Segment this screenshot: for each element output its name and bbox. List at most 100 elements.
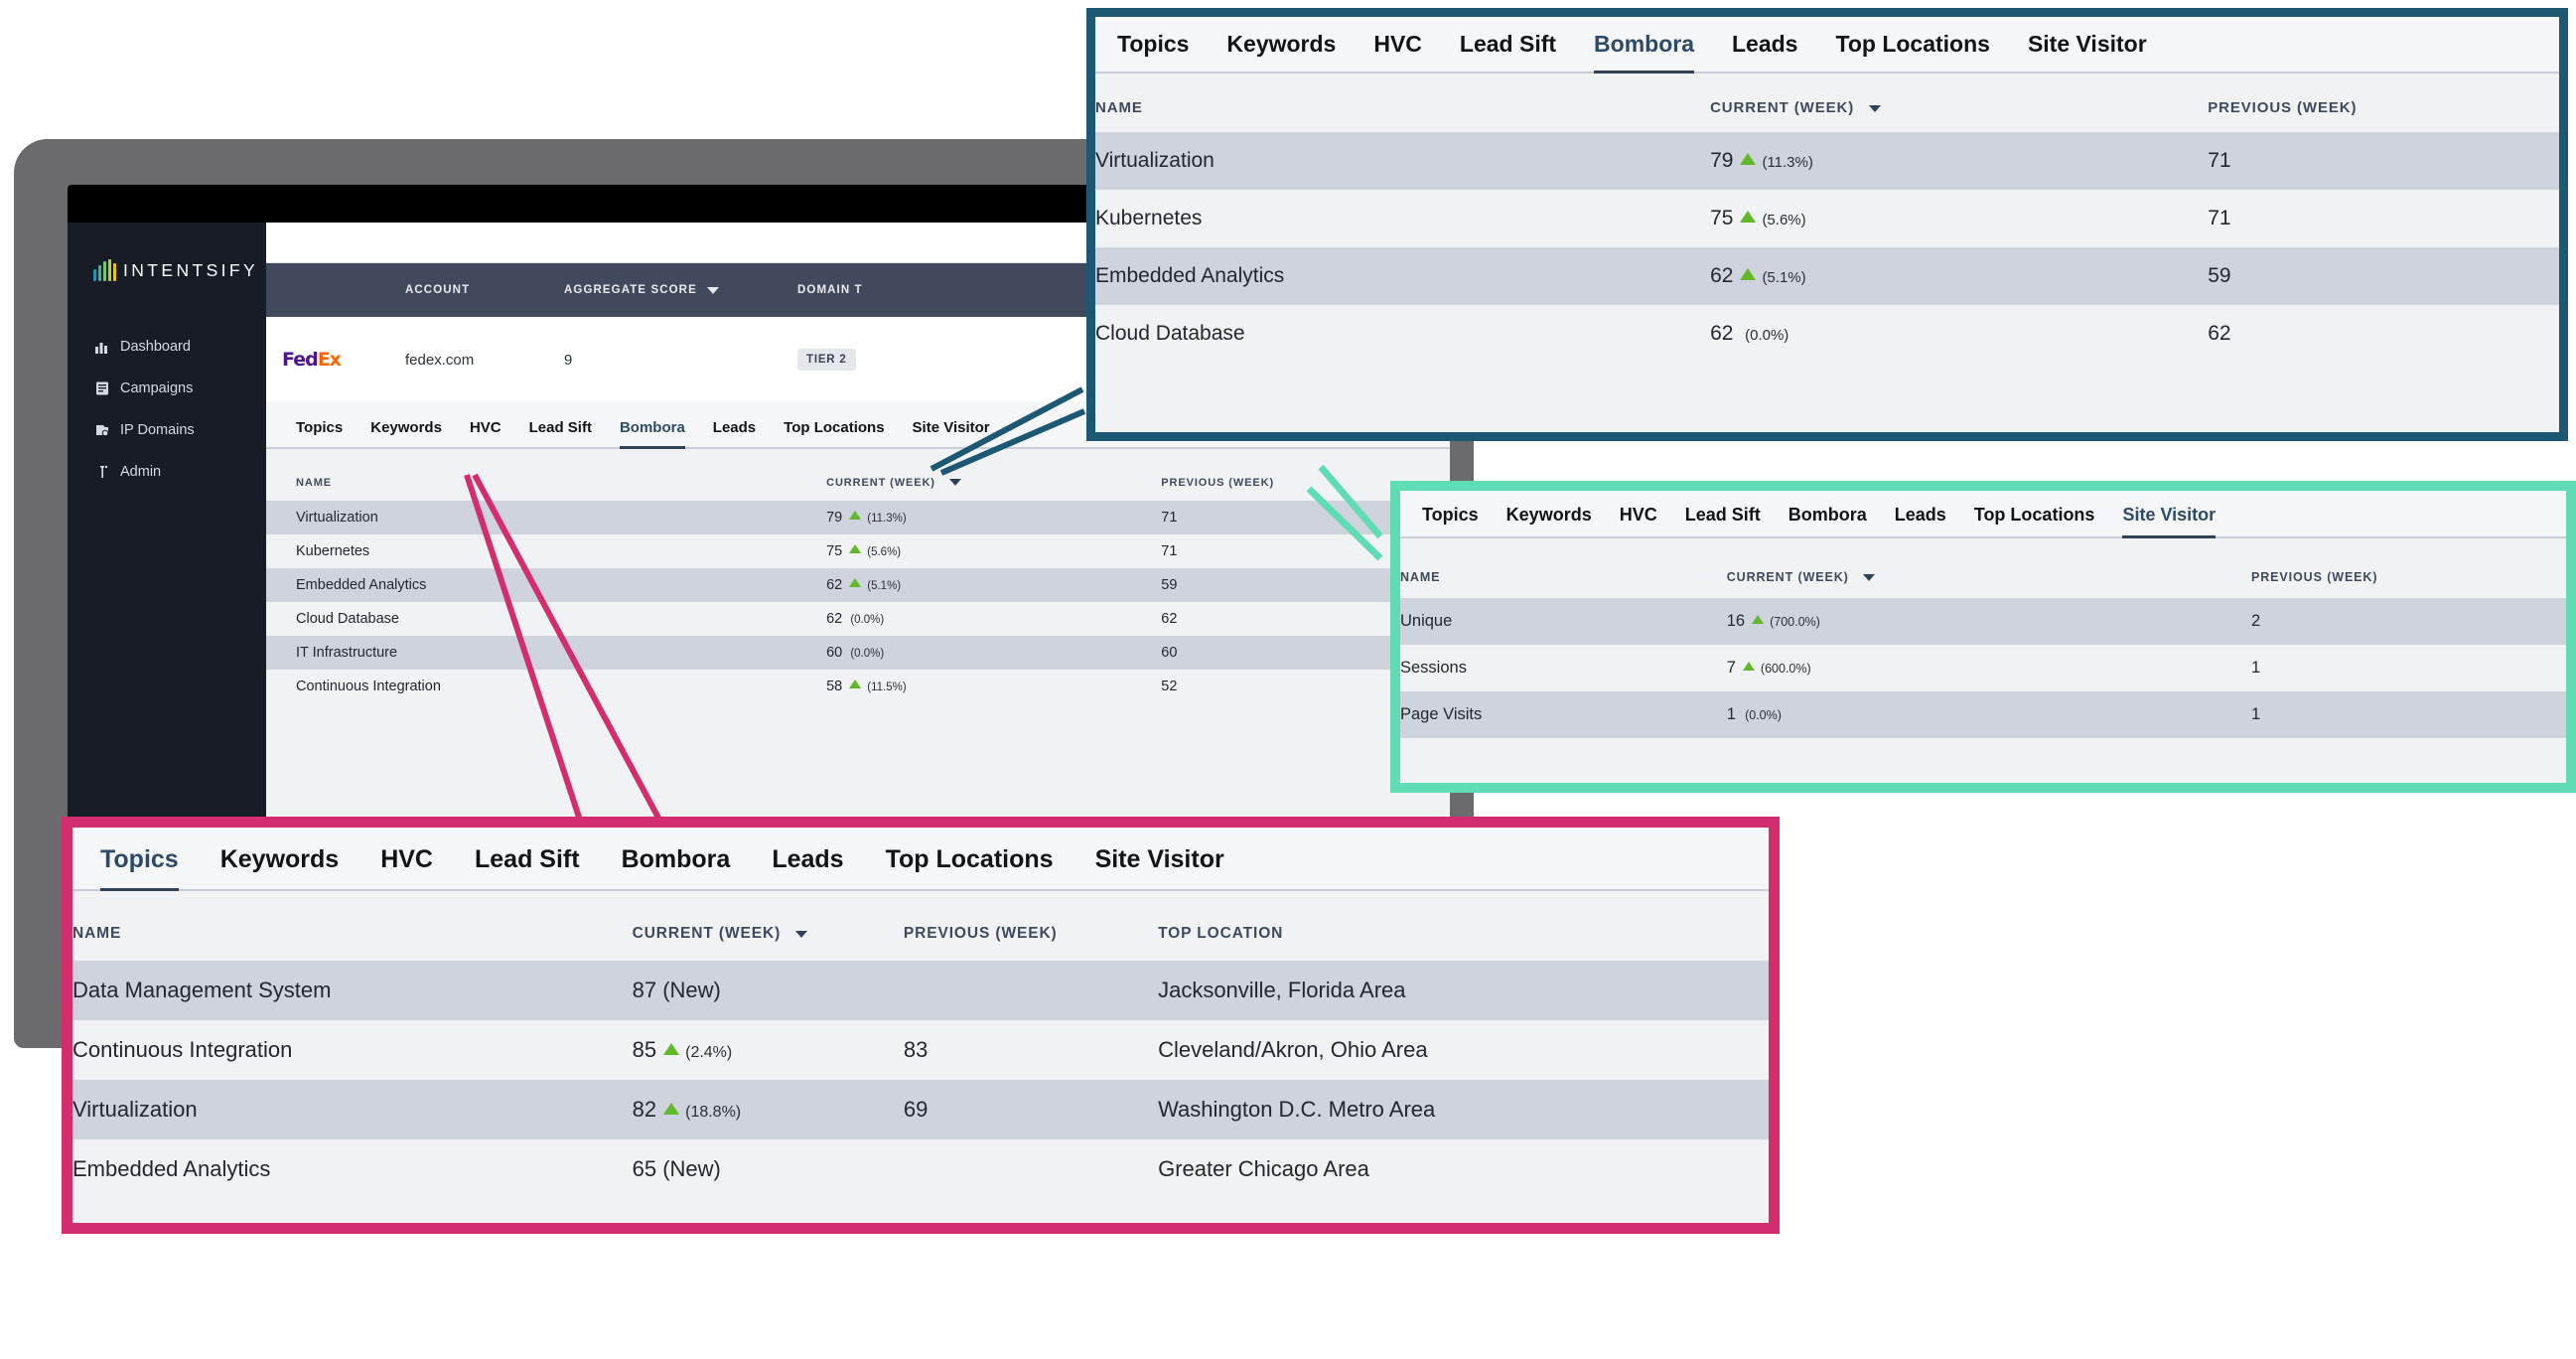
tab-topics[interactable]: Topics	[1117, 31, 1189, 74]
trend-up-icon	[849, 544, 861, 553]
tab-site-visitor[interactable]: Site Visitor	[2122, 505, 2216, 538]
table-row[interactable]: Embedded Analytics62(5.1%)59	[266, 568, 1450, 602]
table-row[interactable]: Virtualization82(18.8%)69Washington D.C.…	[72, 1080, 1769, 1139]
fedex-logo-part-a: Fed	[282, 349, 318, 371]
callout-panel-site-visitor: Topics Keywords HVC Lead Sift Bombora Leads To…	[1390, 481, 2576, 793]
sidebar-item-campaigns[interactable]: Campaigns	[68, 368, 266, 409]
table-row[interactable]: Sessions7(600.0%)1	[1400, 645, 2566, 691]
cell-current: 62 (0.0%)	[826, 602, 1161, 636]
table-row[interactable]: Cloud Database62 (0.0%)62	[1095, 305, 2559, 363]
descending-caret-icon[interactable]	[1869, 105, 1881, 112]
sidebar-item-label: IP Domains	[120, 422, 195, 438]
tab-hvc[interactable]: HVC	[1620, 505, 1657, 538]
tab-site-visitor[interactable]: Site Visitor	[913, 419, 990, 449]
descending-caret-icon[interactable]	[795, 931, 807, 938]
sidebar-item-admin[interactable]: Admin	[68, 451, 266, 493]
cell-previous: 1	[2251, 645, 2566, 691]
status-badge: TIER 2	[797, 349, 856, 371]
tab-top-locations[interactable]: Top Locations	[1974, 505, 2095, 538]
trend-up-icon	[1740, 268, 1756, 280]
tab-leads[interactable]: Leads	[713, 419, 756, 449]
col-header-name[interactable]: NAME	[1400, 560, 1727, 598]
aggregate-score-col-header[interactable]: AGGREGATE SCORE	[564, 284, 797, 296]
tab-keywords[interactable]: Keywords	[1226, 31, 1336, 74]
tab-leads[interactable]: Leads	[772, 845, 843, 891]
tab-top-locations[interactable]: Top Locations	[886, 845, 1054, 891]
tab-keywords[interactable]: Keywords	[370, 419, 442, 449]
account-col-header[interactable]: ACCOUNT	[405, 284, 564, 296]
tab-top-locations[interactable]: Top Locations	[784, 419, 884, 449]
tab-site-visitor[interactable]: Site Visitor	[2028, 31, 2147, 74]
table-body: Virtualization79(11.3%)71Kubernetes75(5.…	[1095, 132, 2559, 363]
site-visitor-data-table: NAME CURRENT (WEEK) PREVIOUS (WEEK) Uniq…	[1400, 560, 2566, 738]
table-row[interactable]: Continuous Integration58(11.5%)52	[266, 670, 1450, 703]
descending-caret-icon[interactable]	[949, 479, 961, 486]
callout-panel-top-locations: Topics Keywords HVC Lead Sift Bombora Leads To…	[62, 817, 1780, 1234]
cell-previous: 1	[2251, 691, 2566, 738]
table-row[interactable]: Virtualization79(11.3%)71	[266, 501, 1450, 534]
tab-leads[interactable]: Leads	[1732, 31, 1797, 74]
cell-name: Kubernetes	[1095, 190, 1710, 247]
cell-current: 79(11.3%)	[826, 501, 1161, 534]
tab-bombora[interactable]: Bombora	[622, 845, 731, 891]
table-row[interactable]: Unique16(700.0%)2	[1400, 598, 2566, 645]
table-row[interactable]: Embedded Analytics65 (New)Greater Chicag…	[72, 1139, 1769, 1199]
tab-bombora[interactable]: Bombora	[1789, 505, 1867, 538]
cell-current: 62(5.1%)	[826, 568, 1161, 602]
trend-percent: (2.4%)	[685, 1044, 732, 1061]
tab-hvc[interactable]: HVC	[1373, 31, 1422, 74]
tab-hvc[interactable]: HVC	[380, 845, 433, 891]
cell-current: 87 (New)	[633, 961, 904, 1020]
table-row[interactable]: Embedded Analytics62(5.1%)59	[1095, 247, 2559, 305]
cell-name: Data Management System	[72, 961, 633, 1020]
col-header-current[interactable]: CURRENT (WEEK)	[826, 467, 1161, 501]
cell-current: 85(2.4%)	[633, 1020, 904, 1080]
col-header-previous[interactable]: PREVIOUS (WEEK)	[2251, 560, 2566, 598]
tab-bombora[interactable]: Bombora	[620, 419, 685, 449]
col-header-name[interactable]: NAME	[1095, 85, 1710, 132]
col-header-current[interactable]: CURRENT (WEEK)	[633, 913, 904, 961]
table-row[interactable]: Continuous Integration85(2.4%)83Clevelan…	[72, 1020, 1769, 1080]
tab-topics[interactable]: Topics	[1422, 505, 1479, 538]
tab-lead-sift[interactable]: Lead Sift	[1685, 505, 1761, 538]
domain-tier-cell: TIER 2	[797, 349, 976, 371]
table-row[interactable]: Cloud Database62 (0.0%)62	[266, 602, 1450, 636]
sidebar-item-ip-domains[interactable]: IP Domains	[68, 409, 266, 451]
col-header-current[interactable]: CURRENT (WEEK)	[1727, 560, 2251, 598]
tab-keywords[interactable]: Keywords	[1506, 505, 1592, 538]
table-row[interactable]: Data Management System87 (New)Jacksonvil…	[72, 961, 1769, 1020]
col-header-top-location[interactable]: TOP LOCATION	[1158, 913, 1769, 961]
col-header-previous[interactable]: PREVIOUS (WEEK)	[904, 913, 1158, 961]
tab-topics[interactable]: Topics	[100, 845, 179, 891]
tab-leads[interactable]: Leads	[1895, 505, 1946, 538]
table-row[interactable]: Kubernetes75(5.6%)71	[266, 534, 1450, 568]
col-header-name[interactable]: NAME	[266, 467, 826, 501]
descending-caret-icon[interactable]	[707, 287, 719, 294]
table-row[interactable]: Page Visits1 (0.0%)1	[1400, 691, 2566, 738]
bombora-tab-bar: Topics Keywords HVC Lead Sift Bombora Leads To…	[1095, 17, 2559, 74]
tab-top-locations[interactable]: Top Locations	[1835, 31, 1989, 74]
sidebar-item-dashboard[interactable]: Dashboard	[68, 326, 266, 368]
table-row[interactable]: Kubernetes75(5.6%)71	[1095, 190, 2559, 247]
cell-previous: 59	[2208, 247, 2559, 305]
tab-topics[interactable]: Topics	[296, 419, 343, 449]
col-header-name[interactable]: NAME	[72, 913, 633, 961]
table-row[interactable]: Virtualization79(11.3%)71	[1095, 132, 2559, 190]
tab-lead-sift[interactable]: Lead Sift	[529, 419, 592, 449]
tab-site-visitor[interactable]: Site Visitor	[1095, 845, 1224, 891]
cell-name: Cloud Database	[266, 602, 826, 636]
tab-bombora[interactable]: Bombora	[1594, 31, 1694, 74]
domain-tier-col-header[interactable]: DOMAIN T	[797, 284, 976, 296]
trend-percent: (5.1%)	[867, 580, 901, 592]
tab-lead-sift[interactable]: Lead Sift	[475, 845, 580, 891]
descending-caret-icon[interactable]	[1863, 574, 1875, 581]
cell-current: 58(11.5%)	[826, 670, 1161, 703]
table-row[interactable]: IT Infrastructure60 (0.0%)60	[266, 636, 1450, 670]
sidebar-item-label: Dashboard	[120, 339, 191, 355]
tab-hvc[interactable]: HVC	[470, 419, 501, 449]
col-header-current[interactable]: CURRENT (WEEK)	[1710, 85, 2208, 132]
tab-keywords[interactable]: Keywords	[220, 845, 339, 891]
col-header-previous[interactable]: PREVIOUS (WEEK)	[2208, 85, 2559, 132]
background-data-table: NAME CURRENT (WEEK) PREVIOUS (WEEK) Virt…	[266, 467, 1450, 703]
tab-lead-sift[interactable]: Lead Sift	[1460, 31, 1556, 74]
